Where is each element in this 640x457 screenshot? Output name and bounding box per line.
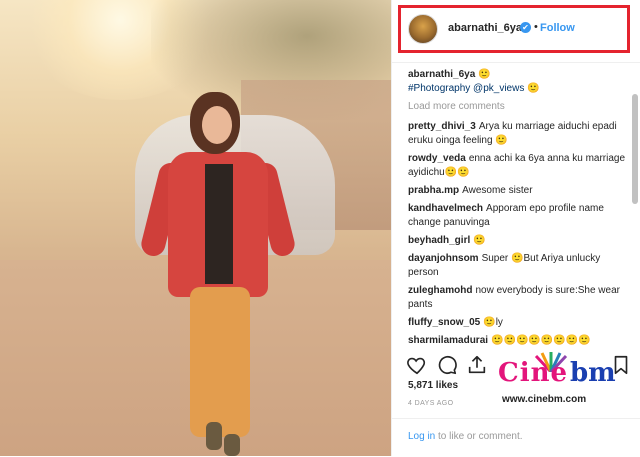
comment-item: fluffy_snow_05 🙂ly — [408, 316, 628, 330]
likes-count[interactable]: 5,871 likes — [408, 380, 458, 391]
black-top — [205, 164, 233, 284]
comment-text: 🙂 — [473, 235, 486, 246]
heart-icon[interactable] — [406, 354, 428, 376]
comment-item: kandhavelmech Apporam epo profile name ch… — [408, 202, 628, 230]
post-footer: Log in to like or comment. — [392, 418, 640, 457]
comment-username[interactable]: beyhadh_girl — [408, 235, 470, 246]
right-shoe — [224, 434, 240, 456]
comment-text: 🙂ly — [483, 317, 503, 328]
comments-scrollbar[interactable] — [632, 64, 638, 346]
post-header: abarnathi_6ya ✔ • Follow — [392, 0, 640, 63]
comment-username[interactable]: kandhavelmech — [408, 203, 483, 214]
comment-item: rowdy_veda enna achi ka 6ya anna ku marri… — [408, 152, 628, 180]
highlight-box — [398, 5, 630, 53]
comment-username[interactable]: sharmilamadurai — [408, 335, 488, 346]
comment-item: pretty_dhivi_3 Arya ku marriage aiduchi e… — [408, 120, 628, 148]
caption: abarnathi_6ya 🙂 #Photography @pk_views 🙂 — [408, 68, 628, 96]
login-link[interactable]: Log in — [408, 431, 435, 442]
comment-username[interactable]: dayanjohnsom — [408, 253, 479, 264]
comment-item: prabha.mp Awesome sister — [408, 184, 628, 198]
comment-username[interactable]: rowdy_veda — [408, 153, 466, 164]
cinebm-watermark: Cine bm www.cinebm.com — [498, 352, 622, 412]
woman-figure — [138, 92, 298, 456]
caption-hashtags[interactable]: #Photography @pk_views 🙂 — [408, 83, 540, 94]
watermark-url: www.cinebm.com — [502, 394, 587, 405]
comment-text: Awesome sister — [462, 185, 533, 196]
watermark-cine: Cine — [498, 358, 569, 388]
comment-item: sharmilamadurai 🙂🙂🙂🙂🙂🙂🙂🙂 — [408, 334, 628, 348]
comment-username[interactable]: pretty_dhivi_3 — [408, 121, 476, 132]
comment-username[interactable]: prabha.mp — [408, 185, 459, 196]
comment-item: dayanjohnsom Super 🙂But Ariya unlucky per… — [408, 252, 628, 280]
post-photo — [0, 0, 391, 456]
comment-item: beyhadh_girl 🙂 — [408, 234, 628, 248]
caption-text: 🙂 — [478, 69, 491, 80]
caption-username[interactable]: abarnathi_6ya — [408, 69, 475, 80]
instagram-post-view: abarnathi_6ya ✔ • Follow abarnathi_6ya 🙂 … — [0, 0, 640, 456]
post-timestamp[interactable]: 4 DAYS AGO — [408, 400, 454, 407]
share-icon[interactable] — [466, 354, 488, 376]
comment-text: 🙂🙂🙂🙂🙂🙂🙂🙂 — [491, 335, 591, 346]
login-prompt: Log in to like or comment. — [408, 431, 523, 442]
comments-list: abarnathi_6ya 🙂 #Photography @pk_views 🙂 … — [408, 68, 628, 348]
face — [202, 106, 232, 144]
login-prompt-text: to like or comment. — [435, 431, 523, 442]
orange-pants — [190, 287, 250, 437]
load-more-comments[interactable]: Load more comments — [408, 100, 628, 114]
scrollbar-thumb[interactable] — [632, 94, 638, 204]
comment-item: zuleghamohd now everybody is sure:She wea… — [408, 284, 628, 312]
comment-icon[interactable] — [436, 354, 458, 376]
comment-username[interactable]: zuleghamohd — [408, 285, 472, 296]
watermark-bm: bm — [570, 358, 616, 388]
left-shoe — [206, 422, 222, 450]
comment-username[interactable]: fluffy_snow_05 — [408, 317, 480, 328]
